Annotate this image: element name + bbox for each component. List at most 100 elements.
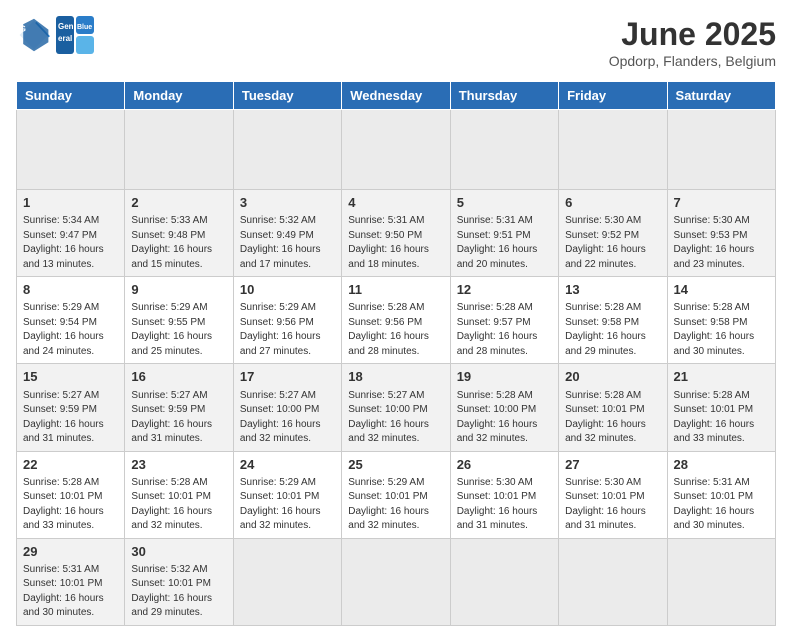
day-number: 26	[457, 456, 552, 474]
day-number: 10	[240, 281, 335, 299]
calendar-table: Sunday Monday Tuesday Wednesday Thursday…	[16, 81, 776, 626]
day-number: 18	[348, 368, 443, 386]
table-row	[233, 538, 341, 625]
day-number: 24	[240, 456, 335, 474]
day-number: 6	[565, 194, 660, 212]
svg-text:Blue: Blue	[77, 24, 92, 31]
day-info: Sunrise: 5:31 AMSunset: 10:01 PMDaylight…	[674, 476, 769, 534]
table-row	[667, 110, 775, 190]
day-info: Sunrise: 5:28 AMSunset: 10:01 PMDaylight…	[565, 389, 660, 447]
calendar-row: 15 Sunrise: 5:27 AMSunset: 9:59 PMDayligh…	[17, 364, 776, 451]
table-row: 25Sunrise: 5:29 AMSunset: 10:01 PMDaylig…	[342, 451, 450, 538]
day-number: 19	[457, 368, 552, 386]
svg-text:eral: eral	[58, 34, 72, 43]
table-row: 29Sunrise: 5:31 AMSunset: 10:01 PMDaylig…	[17, 538, 125, 625]
day-info: Sunrise: 5:29 AMSunset: 9:54 PMDaylight:…	[23, 301, 118, 359]
day-info: Sunrise: 5:30 AMSunset: 10:01 PMDaylight…	[457, 476, 552, 534]
col-tuesday: Tuesday	[233, 82, 341, 110]
table-row: 1Sunrise: 5:34 AMSunset: 9:47 PMDaylight…	[17, 190, 125, 277]
day-info: Sunrise: 5:32 AMSunset: 9:49 PMDaylight:…	[240, 214, 335, 272]
table-row: 3Sunrise: 5:32 AMSunset: 9:49 PMDaylight…	[233, 190, 341, 277]
calendar-row: 22 Sunrise: 5:28 AMSunset: 10:01 PMDaylig…	[17, 451, 776, 538]
col-wednesday: Wednesday	[342, 82, 450, 110]
day-number: 22	[23, 456, 118, 474]
day-number: 15	[23, 368, 118, 386]
day-info: Sunrise: 5:28 AMSunset: 10:01 PMDaylight…	[131, 476, 226, 534]
table-row: 7 Sunrise: 5:30 AMSunset: 9:53 PMDaylight…	[667, 190, 775, 277]
table-row: 2 Sunrise: 5:33 AMSunset: 9:48 PMDaylight…	[125, 190, 233, 277]
table-row: 24 Sunrise: 5:29 AMSunset: 10:01 PMDaylig…	[233, 451, 341, 538]
day-number: 12	[457, 281, 552, 299]
day-number: 9	[131, 281, 226, 299]
svg-text:G: G	[20, 24, 26, 33]
day-info: Sunrise: 5:28 AMSunset: 9:57 PMDaylight:…	[457, 301, 552, 359]
table-row	[125, 110, 233, 190]
day-number: 16	[131, 368, 226, 386]
day-number: 5	[457, 194, 552, 212]
day-info: Sunrise: 5:33 AMSunset: 9:48 PMDaylight:…	[131, 214, 226, 272]
col-monday: Monday	[125, 82, 233, 110]
table-row: 16 Sunrise: 5:27 AMSunset: 9:59 PMDayligh…	[125, 364, 233, 451]
table-row: 27 Sunrise: 5:30 AMSunset: 10:01 PMDaylig…	[559, 451, 667, 538]
day-number: 14	[674, 281, 769, 299]
calendar-title: June 2025	[609, 16, 776, 53]
day-info: Sunrise: 5:27 AMSunset: 10:00 PMDaylight…	[348, 389, 443, 447]
calendar-row	[17, 110, 776, 190]
table-row: 4 Sunrise: 5:31 AMSunset: 9:50 PMDaylight…	[342, 190, 450, 277]
day-info: Sunrise: 5:29 AMSunset: 9:56 PMDaylight:…	[240, 301, 335, 359]
day-number: 2	[131, 194, 226, 212]
day-number: 30	[131, 543, 226, 561]
table-row: 9 Sunrise: 5:29 AMSunset: 9:55 PMDaylight…	[125, 277, 233, 364]
day-info: Sunrise: 5:30 AMSunset: 10:01 PMDaylight…	[565, 476, 660, 534]
day-info: Sunrise: 5:31 AMSunset: 9:50 PMDaylight:…	[348, 214, 443, 272]
col-sunday: Sunday	[17, 82, 125, 110]
table-row: 13Sunrise: 5:28 AMSunset: 9:58 PMDayligh…	[559, 277, 667, 364]
day-info: Sunrise: 5:28 AMSunset: 9:58 PMDaylight:…	[674, 301, 769, 359]
table-row	[450, 110, 558, 190]
day-number: 4	[348, 194, 443, 212]
col-friday: Friday	[559, 82, 667, 110]
table-row: 26 Sunrise: 5:30 AMSunset: 10:01 PMDaylig…	[450, 451, 558, 538]
calendar-row: 8 Sunrise: 5:29 AMSunset: 9:54 PMDaylight…	[17, 277, 776, 364]
table-row	[342, 538, 450, 625]
page-header: G Gen eral Blue June 2025 Opdorp, Flande…	[16, 16, 776, 69]
day-info: Sunrise: 5:28 AMSunset: 10:01 PMDaylight…	[23, 476, 118, 534]
logo-icon: G	[16, 17, 52, 53]
day-info: Sunrise: 5:27 AMSunset: 9:59 PMDaylight:…	[131, 389, 226, 447]
table-row: 20 Sunrise: 5:28 AMSunset: 10:01 PMDaylig…	[559, 364, 667, 451]
table-row: 8 Sunrise: 5:29 AMSunset: 9:54 PMDaylight…	[17, 277, 125, 364]
table-row: 17Sunrise: 5:27 AMSunset: 10:00 PMDaylig…	[233, 364, 341, 451]
day-info: Sunrise: 5:29 AMSunset: 9:55 PMDaylight:…	[131, 301, 226, 359]
col-saturday: Saturday	[667, 82, 775, 110]
day-info: Sunrise: 5:27 AMSunset: 10:00 PMDaylight…	[240, 389, 335, 447]
day-info: Sunrise: 5:31 AMSunset: 10:01 PMDaylight…	[23, 563, 118, 621]
logo: G Gen eral Blue	[16, 16, 94, 54]
table-row: 15Sunrise: 5:27 AMSunset: 9:59 PMDayligh…	[17, 364, 125, 451]
table-row: 18 Sunrise: 5:27 AMSunset: 10:00 PMDaylig…	[342, 364, 450, 451]
table-row: 30Sunrise: 5:32 AMSunset: 10:01 PMDaylig…	[125, 538, 233, 625]
day-number: 25	[348, 456, 443, 474]
calendar-subtitle: Opdorp, Flanders, Belgium	[609, 53, 776, 69]
day-info: Sunrise: 5:30 AMSunset: 9:53 PMDaylight:…	[674, 214, 769, 272]
title-block: June 2025 Opdorp, Flanders, Belgium	[609, 16, 776, 69]
day-number: 20	[565, 368, 660, 386]
day-number: 27	[565, 456, 660, 474]
col-thursday: Thursday	[450, 82, 558, 110]
table-row	[233, 110, 341, 190]
day-info: Sunrise: 5:28 AMSunset: 10:00 PMDaylight…	[457, 389, 552, 447]
svg-text:Gen: Gen	[58, 22, 74, 31]
day-number: 7	[674, 194, 769, 212]
table-row: 11Sunrise: 5:28 AMSunset: 9:56 PMDayligh…	[342, 277, 450, 364]
calendar-header-row: Sunday Monday Tuesday Wednesday Thursday…	[17, 82, 776, 110]
table-row	[559, 110, 667, 190]
table-row	[667, 538, 775, 625]
table-row: 22 Sunrise: 5:28 AMSunset: 10:01 PMDaylig…	[17, 451, 125, 538]
table-row: 19 Sunrise: 5:28 AMSunset: 10:00 PMDaylig…	[450, 364, 558, 451]
table-row: 10 Sunrise: 5:29 AMSunset: 9:56 PMDayligh…	[233, 277, 341, 364]
day-number: 8	[23, 281, 118, 299]
day-info: Sunrise: 5:29 AMSunset: 10:01 PMDaylight…	[240, 476, 335, 534]
day-number: 23	[131, 456, 226, 474]
table-row	[450, 538, 558, 625]
table-row: 6Sunrise: 5:30 AMSunset: 9:52 PMDaylight…	[559, 190, 667, 277]
day-number: 11	[348, 281, 443, 299]
